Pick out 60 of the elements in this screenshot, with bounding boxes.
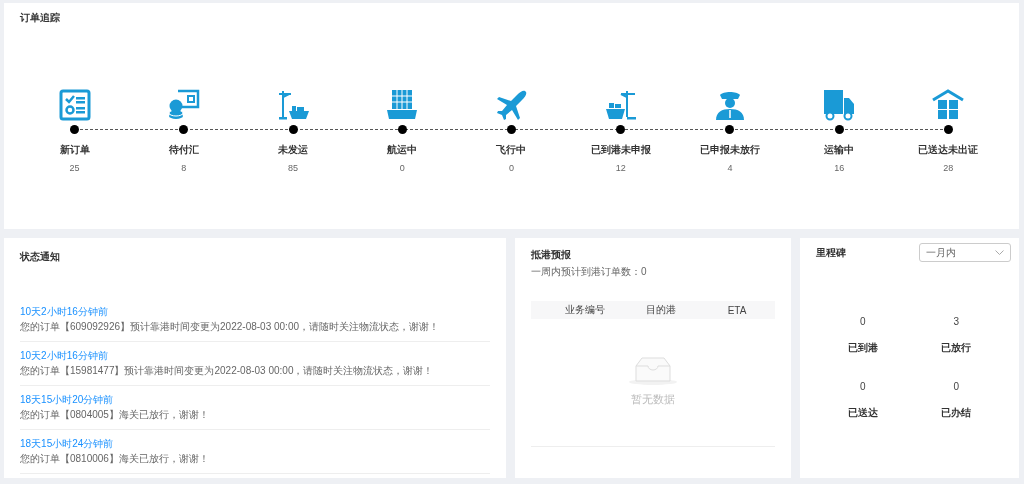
wallet-coins-icon bbox=[167, 89, 200, 121]
stage-label[interactable]: 新订单 bbox=[59, 143, 90, 157]
stage-count: 12 bbox=[615, 163, 626, 173]
timeline-dot bbox=[943, 125, 953, 134]
timeline-dot bbox=[834, 125, 844, 134]
truck-icon bbox=[823, 89, 856, 121]
timeline-dot bbox=[70, 125, 80, 134]
chevron-down-icon bbox=[995, 249, 1004, 256]
stage-label[interactable]: 运输中 bbox=[824, 143, 855, 157]
timeline-dot bbox=[179, 125, 189, 134]
stage-count: 16 bbox=[834, 163, 845, 173]
column-header: 目的港 bbox=[645, 303, 677, 317]
stat-label: 已到港 bbox=[847, 341, 878, 355]
notice-message: 您的订单【15981477】预计靠港时间变更为2022-08-03 00:00，请随时关注物流状态，谢谢！ bbox=[20, 364, 435, 378]
stage-label[interactable]: 待付汇 bbox=[168, 143, 199, 157]
notice-message: 您的订单【609092926】预计靠港时间变更为2022-08-03 00:00，请随时关注物流状态，谢谢！ bbox=[20, 320, 440, 334]
panel-title: 状态通知 bbox=[20, 250, 61, 264]
stage-count: 28 bbox=[943, 163, 954, 173]
timeline-dot bbox=[616, 125, 626, 134]
stat-label: 已放行 bbox=[941, 341, 972, 355]
timeline-dot bbox=[397, 125, 407, 134]
ship-crane-icon bbox=[604, 89, 637, 121]
stat-value: 0 bbox=[859, 316, 866, 327]
crane-ship-icon bbox=[277, 89, 310, 121]
stage-label[interactable]: 已送达未出证 bbox=[918, 143, 979, 157]
stage-label[interactable]: 飞行中 bbox=[496, 143, 527, 157]
stat-label: 已送达 bbox=[847, 406, 878, 420]
airplane-icon bbox=[495, 89, 528, 121]
stage-count: 0 bbox=[399, 163, 405, 173]
stage-count: 4 bbox=[727, 163, 733, 173]
stat-value: 3 bbox=[953, 316, 960, 327]
column-header: ETA bbox=[726, 304, 748, 316]
notice-message: 您的订单【0804005】海关已放行，谢谢！ bbox=[20, 408, 210, 422]
panel-title: 抵港预报 bbox=[531, 248, 572, 262]
timeline-dot bbox=[288, 125, 298, 134]
column-header: 业务编号 bbox=[564, 303, 606, 317]
timeline-dot bbox=[507, 125, 516, 134]
forecast-summary: 一周内预计到港订单数：0 bbox=[531, 265, 648, 279]
warehouse-icon bbox=[932, 89, 965, 121]
stat-value: 0 bbox=[859, 381, 866, 392]
stage-count: 85 bbox=[288, 163, 299, 173]
stage-count: 8 bbox=[181, 163, 187, 173]
period-select[interactable]: 一月内 bbox=[919, 243, 1011, 262]
empty-inbox-icon bbox=[628, 356, 678, 386]
stat-label: 已办结 bbox=[941, 406, 972, 420]
officer-icon bbox=[713, 89, 746, 121]
notice-message: 您的订单【0810006】海关已放行，谢谢！ bbox=[20, 452, 210, 466]
stage-count: 0 bbox=[508, 163, 514, 173]
stat-value: 0 bbox=[953, 381, 960, 392]
stage-label[interactable]: 已申报未放行 bbox=[699, 143, 760, 157]
panel-title: 里程碑 bbox=[816, 245, 846, 260]
stage-label[interactable]: 未发运 bbox=[278, 143, 309, 157]
empty-state-text: 暂无数据 bbox=[631, 392, 675, 407]
stage-label[interactable]: 已到港未申报 bbox=[590, 143, 651, 157]
stage-label[interactable]: 航运中 bbox=[387, 143, 418, 157]
panel-title: 订单追踪 bbox=[20, 11, 61, 25]
container-ship-icon bbox=[386, 89, 419, 121]
timeline-dot bbox=[725, 125, 735, 134]
checklist-icon bbox=[58, 89, 91, 121]
stage-count: 25 bbox=[69, 163, 80, 173]
